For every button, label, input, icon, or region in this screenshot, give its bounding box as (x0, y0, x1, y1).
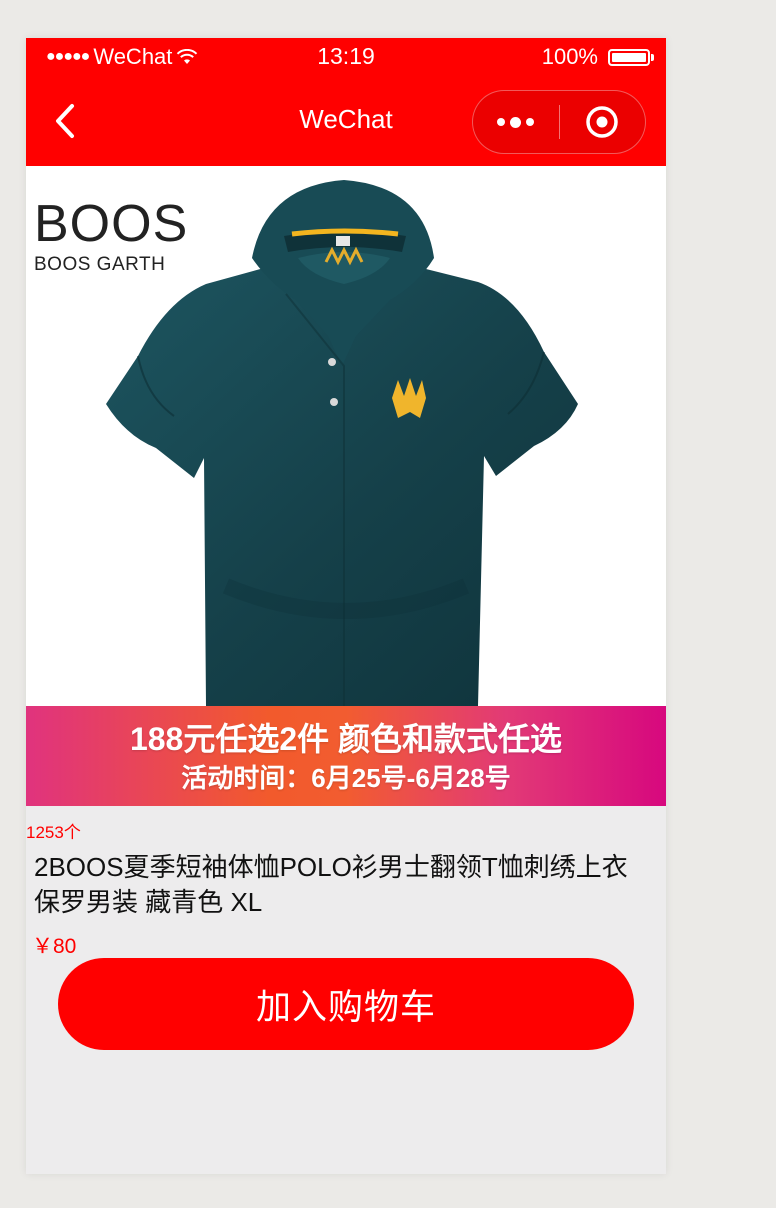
battery-group: 100% (541, 44, 654, 70)
promo-offer: 188元任选2件 颜色和款式任选 (129, 721, 563, 757)
product-image[interactable]: BOOS BOOS GARTH (26, 166, 666, 706)
more-button[interactable] (473, 91, 559, 153)
product-title: 2BOOS夏季短袖体恤POLO衫男士翻领T恤刺绣上衣保罗男装 藏青色 XL (34, 852, 628, 917)
sold-count: 1253个 (26, 823, 81, 842)
status-bar: ●●●●● WeChat 13:19 100% (26, 38, 666, 78)
product-price: ￥80 (32, 935, 77, 958)
target-circle-icon (586, 106, 618, 138)
capsule-menu (472, 90, 646, 154)
mini-program-page: ●●●●● WeChat 13:19 100% WeChat BOOS BOOS… (26, 38, 666, 1174)
promo-banner: 188元任选2件 颜色和款式任选 活动时间：6月25号-6月28号 (26, 706, 666, 806)
battery-percent: 100% (541, 44, 598, 69)
brand-name: BOOS (34, 195, 189, 253)
battery-icon (608, 48, 654, 66)
promo-period: 活动时间：6月25号-6月28号 (181, 763, 511, 793)
navigation-bar: WeChat (26, 78, 666, 166)
brand-subtitle: BOOS GARTH (34, 254, 166, 275)
add-to-cart-button[interactable]: 加入购物车 (58, 958, 634, 1050)
close-button[interactable] (560, 91, 646, 153)
brand-logo: BOOS BOOS GARTH (34, 196, 188, 276)
more-dots-icon (497, 118, 506, 126)
